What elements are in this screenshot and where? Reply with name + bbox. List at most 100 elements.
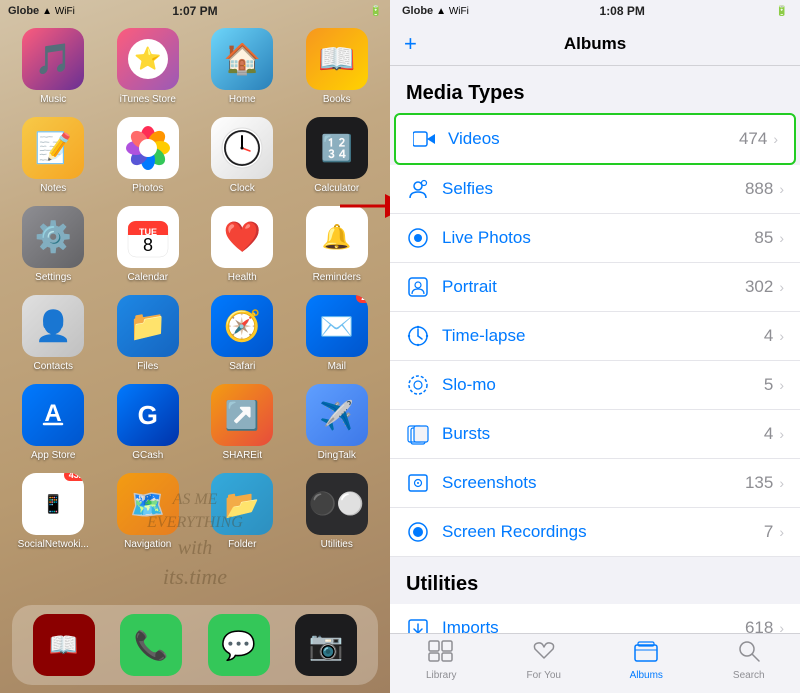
app-icon-gcash: G — [117, 384, 179, 446]
app-health[interactable]: ❤️ Health — [199, 206, 286, 283]
app-icon-folder: 📂 — [211, 473, 273, 535]
media-types-header: Media Types — [390, 66, 800, 113]
album-name-imports: Imports — [442, 618, 745, 633]
app-mail[interactable]: ✉️ 2 Mail — [294, 295, 381, 372]
tab-for-you[interactable]: For You — [493, 640, 596, 681]
app-label-files: Files — [137, 361, 158, 372]
app-folder[interactable]: 📂 Folder — [199, 473, 286, 550]
album-row-imports[interactable]: Imports 618 › — [390, 604, 800, 633]
dock-camera[interactable]: 📷 — [295, 614, 357, 676]
imports-icon — [406, 616, 430, 633]
tab-albums[interactable]: Albums — [595, 640, 698, 681]
album-chevron-bursts: › — [779, 426, 784, 442]
battery-left: 🔋 — [370, 6, 382, 17]
album-chevron-slomo: › — [779, 377, 784, 393]
app-icon-home: 🏠 — [211, 28, 273, 90]
app-label-social: SocialNetwoki... — [18, 539, 89, 550]
wifi-icon-left: ▲ WiFi — [42, 6, 75, 17]
app-label-nav: Navigation — [124, 539, 171, 550]
live-photos-icon — [406, 226, 430, 250]
app-icon-nav: 🗺️ — [117, 473, 179, 535]
app-reminders[interactable]: 🔔 Reminders — [294, 206, 381, 283]
app-label-books: Books — [323, 94, 351, 105]
album-row-portrait[interactable]: Portrait 302 › — [390, 263, 800, 312]
timelapse-icon — [406, 324, 430, 348]
app-utilities[interactable]: ⚫⚪ Utilities — [294, 473, 381, 550]
app-notes[interactable]: 📝 Notes — [10, 117, 97, 194]
app-label-safari: Safari — [229, 361, 255, 372]
app-appstore[interactable]: A App Store — [10, 384, 97, 461]
app-label-reminders: Reminders — [313, 272, 361, 283]
app-label-calculator: Calculator — [314, 183, 359, 194]
app-gcash[interactable]: G GCash — [105, 384, 192, 461]
dock-phone[interactable]: 📞 — [120, 614, 182, 676]
add-button[interactable]: + — [404, 31, 417, 57]
screen-recordings-icon — [406, 520, 430, 544]
app-dingtalk[interactable]: ✈️ DingTalk — [294, 384, 381, 461]
app-settings[interactable]: ⚙️ Settings — [10, 206, 97, 283]
bursts-icon — [406, 422, 430, 446]
app-label-itunes: iTunes Store — [120, 94, 176, 105]
wifi-icon-right: ▲ WiFi — [436, 6, 469, 17]
app-navigation[interactable]: 🗺️ Navigation — [105, 473, 192, 550]
app-label-appstore: App Store — [31, 450, 75, 461]
tab-search[interactable]: Search — [698, 640, 800, 681]
app-shareit[interactable]: ↗️ SHAREit — [199, 384, 286, 461]
app-contacts[interactable]: 👤 Contacts — [10, 295, 97, 372]
albums-tab-icon — [634, 640, 658, 668]
app-calendar[interactable]: TUE 8 Calendar — [105, 206, 192, 283]
social-badge: 432 — [64, 473, 84, 481]
tab-label-albums: Albums — [630, 670, 663, 681]
app-icon-reminders: 🔔 — [306, 206, 368, 268]
album-row-slomo[interactable]: Slo-mo 5 › — [390, 361, 800, 410]
album-count-screen-recordings: 7 — [764, 522, 773, 542]
album-row-selfies[interactable]: Selfies 888 › — [390, 165, 800, 214]
app-icon-dingtalk: ✈️ — [306, 384, 368, 446]
app-files[interactable]: 📁 Files — [105, 295, 192, 372]
app-itunes[interactable]: ⭐ iTunes Store — [105, 28, 192, 105]
app-books[interactable]: 📖 Books — [294, 28, 381, 105]
dock-icon-camera: 📷 — [295, 614, 357, 676]
app-safari[interactable]: 🧭 Safari — [199, 295, 286, 372]
app-icon-settings: ⚙️ — [22, 206, 84, 268]
app-label-shareit: SHAREit — [223, 450, 262, 461]
app-social[interactable]: 📱 432 SocialNetwoki... — [10, 473, 97, 550]
albums-nav: + Albums — [390, 22, 800, 66]
album-count-bursts: 4 — [764, 424, 773, 444]
battery-right: 🔋 — [776, 6, 788, 17]
album-count-videos: 474 — [739, 129, 767, 149]
album-count-selfies: 888 — [745, 179, 773, 199]
tab-library[interactable]: Library — [390, 640, 493, 681]
album-row-screen-recordings[interactable]: Screen Recordings 7 › — [390, 508, 800, 557]
dock-icon-phone: 📞 — [120, 614, 182, 676]
app-icon-photos — [117, 117, 179, 179]
app-clock[interactable]: Clock — [199, 117, 286, 194]
album-name-slomo: Slo-mo — [442, 375, 764, 395]
album-row-timelapse[interactable]: Time-lapse 4 › — [390, 312, 800, 361]
album-row-videos[interactable]: Videos 474 › — [394, 113, 796, 165]
selfies-icon — [406, 177, 430, 201]
app-label-home: Home — [229, 94, 256, 105]
app-label-gcash: GCash — [132, 450, 163, 461]
app-music[interactable]: 🎵 Music — [10, 28, 97, 105]
app-calculator[interactable]: 🔢 Calculator — [294, 117, 381, 194]
utilities-header: Utilities — [390, 557, 800, 604]
app-icon-clock — [211, 117, 273, 179]
dock-messages[interactable]: 💬 — [208, 614, 270, 676]
app-icon-health: ❤️ — [211, 206, 273, 268]
app-home[interactable]: 🏠 Home — [199, 28, 286, 105]
dock-bible[interactable]: 📖 — [33, 614, 95, 676]
library-tab-icon — [428, 640, 454, 668]
app-grid: 🎵 Music ⭐ iTunes Store 🏠 Home 📖 Books 📝 … — [10, 28, 380, 550]
album-row-live-photos[interactable]: Live Photos 85 › — [390, 214, 800, 263]
album-row-bursts[interactable]: Bursts 4 › — [390, 410, 800, 459]
app-photos[interactable]: Photos — [105, 117, 192, 194]
album-row-screenshots[interactable]: Screenshots 135 › — [390, 459, 800, 508]
app-label-music: Music — [40, 94, 66, 105]
app-icon-shareit: ↗️ — [211, 384, 273, 446]
app-icon-mail: ✉️ 2 — [306, 295, 368, 357]
album-count-imports: 618 — [745, 618, 773, 633]
app-icon-calendar: TUE 8 — [117, 206, 179, 268]
album-name-bursts: Bursts — [442, 424, 764, 444]
for-you-tab-icon — [532, 640, 556, 668]
